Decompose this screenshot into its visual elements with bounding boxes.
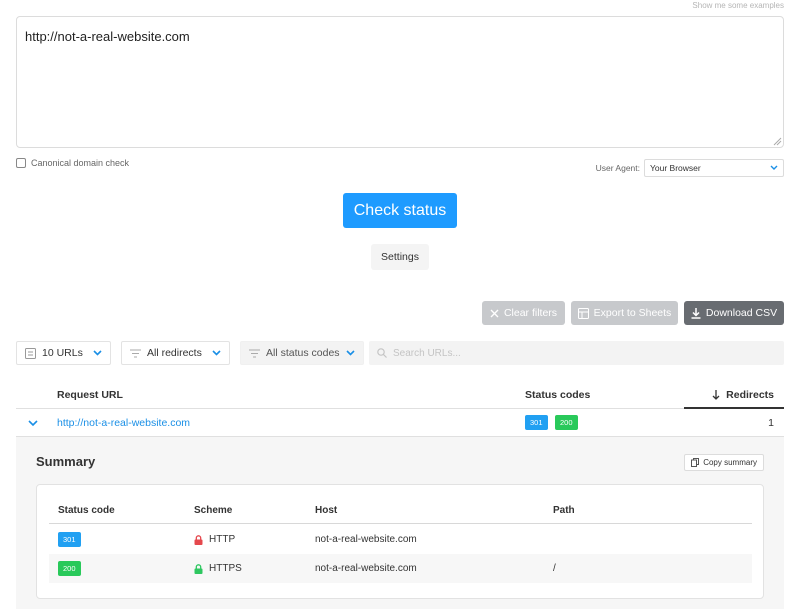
status-badge: 200: [555, 415, 578, 430]
clear-filters-button[interactable]: Clear filters: [482, 301, 565, 325]
filter-bar: 10 URLs All redirects All status codes: [16, 341, 364, 365]
chevron-down-icon: [212, 350, 221, 356]
request-url-header[interactable]: Request URL: [57, 389, 123, 401]
redirects-header-label: Redirects: [726, 389, 774, 401]
chevron-down-icon: [93, 350, 102, 356]
summary-table-header: Status code Scheme Host Path: [49, 497, 752, 524]
chevron-down-icon: [346, 350, 355, 356]
summary-card: Status code Scheme Host Path 301 HTTP no…: [36, 484, 764, 599]
status-badge: 301: [58, 532, 81, 547]
user-agent-label: User Agent:: [595, 163, 640, 173]
resize-grip-icon[interactable]: [773, 137, 782, 146]
status-codes-header[interactable]: Status codes: [525, 389, 590, 401]
canonical-label: Canonical domain check: [31, 158, 130, 168]
path-value: /: [553, 563, 556, 574]
status-code-header: Status code: [58, 504, 115, 516]
path-header: Path: [553, 504, 575, 516]
chevron-down-icon[interactable]: [28, 420, 38, 427]
copy-summary-button[interactable]: Copy summary: [684, 454, 764, 471]
redirects-filter[interactable]: All redirects: [121, 341, 230, 365]
search-input[interactable]: [393, 347, 773, 359]
close-icon: [490, 309, 499, 317]
host-value: not-a-real-website.com: [315, 534, 417, 545]
export-sheets-button[interactable]: Export to Sheets: [571, 301, 678, 325]
url-input[interactable]: http://not-a-real-website.com: [16, 16, 784, 148]
status-codes-filter-label: All status codes: [266, 347, 340, 359]
download-icon: [691, 307, 701, 319]
filter-icon: [130, 349, 141, 357]
scheme-value: HTTP: [209, 534, 236, 545]
export-sheets-label: Export to Sheets: [593, 307, 672, 319]
table-row: 301 HTTP not-a-real-website.com: [49, 525, 752, 554]
clear-filters-label: Clear filters: [503, 307, 558, 319]
user-agent-select[interactable]: Your Browser: [644, 159, 784, 177]
search-icon: [377, 348, 387, 358]
request-url-link[interactable]: http://not-a-real-website.com: [57, 417, 190, 429]
redirects-filter-label: All redirects: [147, 347, 202, 359]
check-status-button[interactable]: Check status: [343, 193, 457, 228]
copy-icon: [691, 458, 700, 467]
list-icon: [25, 347, 36, 359]
arrow-down-icon: [712, 390, 720, 400]
search-box[interactable]: [369, 341, 784, 365]
lock-icon: [194, 534, 203, 545]
urls-count-filter[interactable]: 10 URLs: [16, 341, 111, 365]
download-csv-button[interactable]: Download CSV: [684, 301, 784, 325]
sheets-icon: [577, 307, 589, 319]
status-badge: 200: [58, 561, 81, 576]
chevron-down-icon: [770, 165, 778, 170]
status-codes-filter[interactable]: All status codes: [240, 341, 364, 365]
results-table-header: Request URL Status codes Redirects: [16, 383, 784, 409]
redirects-count: 1: [768, 417, 774, 429]
show-examples-link[interactable]: Show me some examples: [692, 1, 784, 10]
summary-title: Summary: [36, 454, 96, 469]
summary-panel: Summary Copy summary Status code Scheme …: [16, 437, 784, 609]
settings-button[interactable]: Settings: [371, 244, 429, 270]
user-agent-value: Your Browser: [650, 163, 701, 173]
canonical-checkbox[interactable]: [16, 158, 26, 168]
host-header: Host: [315, 504, 338, 516]
redirects-header[interactable]: Redirects: [684, 383, 784, 409]
table-row[interactable]: http://not-a-real-website.com 301 200 1: [16, 409, 784, 437]
table-row: 200 HTTPS not-a-real-website.com /: [49, 554, 752, 583]
filter-icon: [249, 349, 260, 357]
urls-count-label: 10 URLs: [42, 347, 83, 359]
scheme-header: Scheme: [194, 504, 233, 516]
scheme-value: HTTPS: [209, 563, 242, 574]
status-badge: 301: [525, 415, 548, 430]
copy-summary-label: Copy summary: [703, 458, 757, 467]
download-csv-label: Download CSV: [705, 307, 778, 319]
canonical-check[interactable]: Canonical domain check: [16, 158, 129, 168]
lock-icon: [194, 563, 203, 574]
host-value: not-a-real-website.com: [315, 563, 417, 574]
user-agent-row: User Agent: Your Browser: [596, 159, 784, 177]
